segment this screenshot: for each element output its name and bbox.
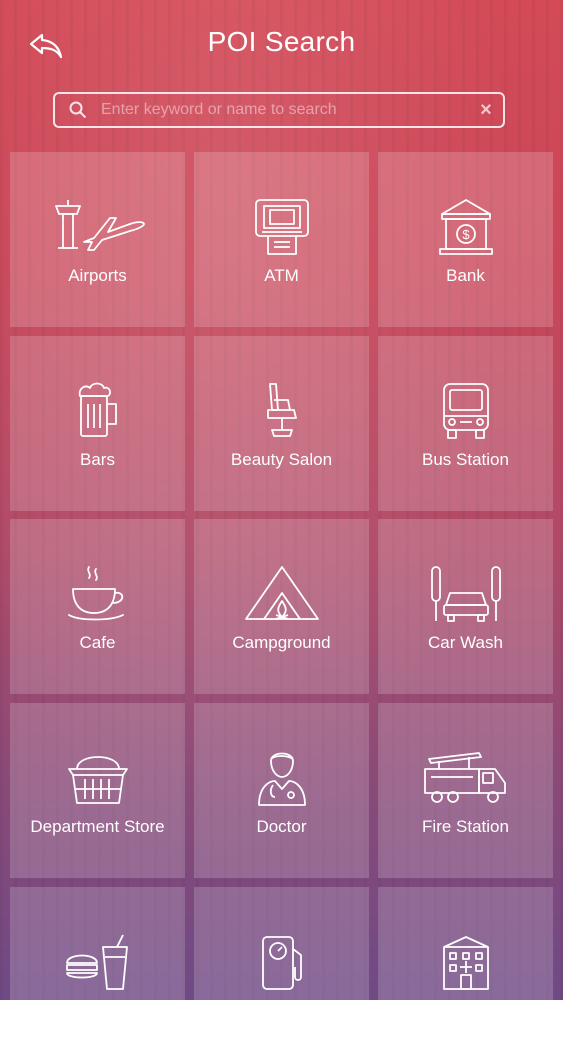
salon-chair-icon (232, 380, 332, 442)
category-label: Airports (68, 266, 127, 285)
category-label: Fire Station (422, 817, 509, 836)
close-icon: × (480, 98, 492, 121)
tent-icon (232, 563, 332, 625)
category-label: Campground (232, 633, 331, 652)
category-label: ATM (264, 266, 299, 285)
car-wash-icon (416, 563, 516, 625)
category-fire-station[interactable]: Fire Station (378, 703, 553, 878)
atm-icon (232, 196, 332, 258)
category-cafe[interactable]: Cafe (10, 519, 185, 694)
category-label: Hospital (434, 1001, 497, 1020)
category-label: Bars (80, 450, 115, 469)
category-hospital[interactable]: Hospital (378, 887, 553, 1062)
category-label: Food (78, 1001, 117, 1020)
search-input[interactable] (95, 101, 469, 119)
fire-truck-icon (416, 747, 516, 809)
category-bars[interactable]: Bars (10, 336, 185, 511)
category-label: Car Wash (428, 633, 503, 652)
category-label: Cafe (79, 633, 116, 652)
category-gas-station[interactable]: Gas Station (194, 887, 369, 1062)
gas-pump-icon (232, 931, 332, 993)
category-atm[interactable]: ATM (194, 152, 369, 327)
category-beauty-salon[interactable]: Beauty Salon (194, 336, 369, 511)
category-bus-station[interactable]: Bus Station (378, 336, 553, 511)
doctor-icon (232, 747, 332, 809)
search-icon (61, 94, 95, 126)
bank-icon: $ (416, 196, 516, 258)
svg-text:$: $ (462, 227, 470, 242)
beer-mug-icon (48, 380, 148, 442)
category-airports[interactable]: Airports (10, 152, 185, 327)
category-car-wash[interactable]: Car Wash (378, 519, 553, 694)
category-bank[interactable]: $ Bank (378, 152, 553, 327)
hospital-icon (416, 931, 516, 993)
airport-icon (48, 196, 148, 258)
category-department-store[interactable]: Department Store (10, 703, 185, 878)
category-food[interactable]: Food (10, 887, 185, 1062)
page-title: POI Search (207, 26, 356, 57)
category-doctor[interactable]: Doctor (194, 703, 369, 878)
coffee-cup-icon (48, 563, 148, 625)
bus-icon (416, 380, 516, 442)
clear-search-button[interactable]: × (469, 94, 503, 126)
category-label: Bank (446, 266, 485, 285)
search-bar: × (53, 92, 505, 128)
category-label: Bus Station (422, 450, 509, 469)
category-campground[interactable]: Campground (194, 519, 369, 694)
category-label: Department Store (30, 817, 165, 836)
shopping-basket-icon (48, 747, 148, 809)
burger-drink-icon (48, 931, 148, 993)
category-label: Beauty Salon (230, 450, 333, 469)
category-label: Gas Station (237, 1001, 326, 1020)
category-label: Doctor (256, 817, 307, 836)
header: POI Search (0, 0, 563, 92)
